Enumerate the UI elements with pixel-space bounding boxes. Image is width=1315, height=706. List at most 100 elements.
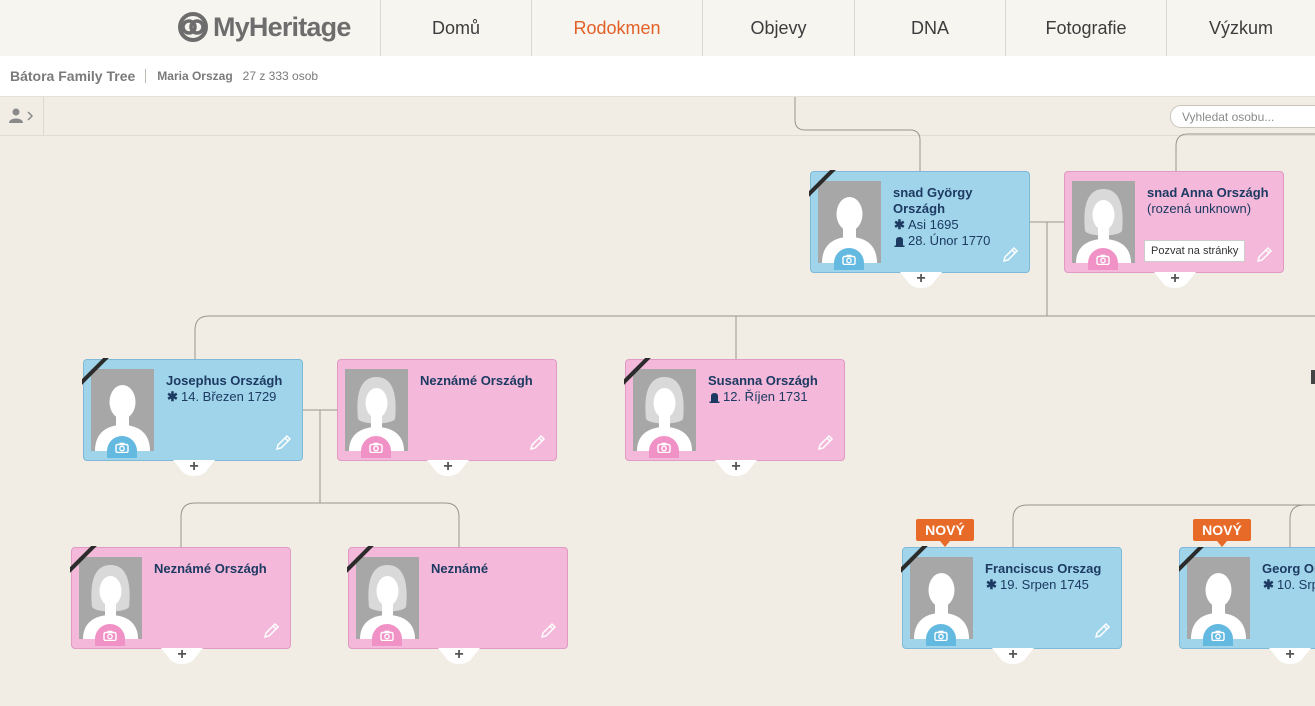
camera-icon[interactable]: [1088, 248, 1118, 270]
person-card-child-nezname[interactable]: Neznámé +: [347, 546, 568, 664]
camera-icon[interactable]: [95, 624, 125, 646]
divider: [145, 69, 147, 83]
mourning-ribbon-icon: [82, 358, 112, 388]
camera-icon[interactable]: [834, 248, 864, 270]
tree-header: Bátora Family Tree Maria Orszag 27 z 333…: [0, 56, 1315, 97]
card-clip: Georg Or ✱ 10. Srp +: [1179, 547, 1315, 677]
add-relative-button[interactable]: +: [161, 646, 203, 664]
plus-icon: +: [189, 458, 199, 475]
plus-icon: +: [443, 458, 453, 475]
birth-event: ✱ 19. Srpen 1745: [985, 577, 1113, 593]
nav-fotografie[interactable]: Fotografie: [1005, 0, 1166, 56]
tree-name[interactable]: Bátora Family Tree: [10, 68, 135, 84]
add-relative-button[interactable]: +: [427, 458, 469, 476]
person-card-georg[interactable]: Georg Or ✱ 10. Srp +: [1179, 547, 1315, 664]
nav-label: DNA: [910, 17, 949, 38]
person-name: Georg Or: [1262, 561, 1315, 576]
plus-icon: +: [1285, 646, 1295, 663]
invite-button[interactable]: Pozvat na stránky: [1144, 240, 1246, 262]
nav-objevy[interactable]: Objevy: [702, 0, 854, 56]
root-person-name[interactable]: Maria Orszag: [157, 69, 232, 83]
camera-icon[interactable]: [926, 624, 956, 646]
camera-icon[interactable]: [372, 624, 402, 646]
nav-label: Rodokmen: [573, 17, 661, 38]
nav-dna[interactable]: DNA: [854, 0, 1005, 56]
tree-toolbar: [0, 97, 1315, 136]
plus-icon: +: [731, 458, 741, 475]
new-badge: NOVÝ: [1193, 519, 1251, 547]
birth-event: ✱ Asi 1695: [893, 217, 1021, 233]
birth-date: 19. Srpen 1745: [1000, 577, 1089, 592]
person-card-anna[interactable]: snad Anna Országh (rozená unknown) Pozva…: [1064, 171, 1284, 288]
mourning-ribbon-icon: [1179, 547, 1208, 576]
offscreen-indicator: [1311, 370, 1315, 384]
asterisk-icon: ✱: [986, 577, 997, 592]
myheritage-logo[interactable]: MyHeritage: [176, 9, 351, 45]
pencil-icon[interactable]: [539, 622, 557, 640]
death-event: 12. Říjen 1731: [708, 389, 836, 405]
person-name: snad György: [893, 185, 973, 200]
birth-date: Asi 1695: [908, 217, 959, 232]
plus-icon: +: [1170, 270, 1180, 287]
pencil-icon[interactable]: [1255, 246, 1273, 264]
person-name: snad Anna Országh: [1147, 185, 1269, 200]
person-name: Neznámé: [431, 561, 489, 576]
side-panel-toggle[interactable]: [0, 97, 44, 135]
add-relative-button[interactable]: +: [1269, 646, 1311, 664]
person-card-susanna[interactable]: Susanna Országh 12. Říjen 1731 +: [624, 358, 845, 476]
pencil-icon[interactable]: [528, 434, 546, 452]
camera-icon[interactable]: [361, 436, 391, 458]
birth-date: 14. Březen 1729: [181, 389, 277, 404]
top-navigation: MyHeritage Domů Rodokmen Objevy DNA Foto…: [0, 0, 1315, 56]
plus-icon: +: [454, 646, 464, 663]
nav-label: Výzkum: [1208, 17, 1273, 38]
person-count: 27 z 333 osob: [242, 69, 319, 83]
add-relative-button[interactable]: +: [1154, 270, 1196, 288]
person-name: Susanna Országh: [708, 373, 818, 388]
asterisk-icon: ✱: [167, 389, 178, 404]
person-chevron-icon: [8, 108, 33, 123]
mourning-ribbon-icon: [809, 170, 839, 200]
person-card-child-nezname-orszagh[interactable]: Neznámé Országh +: [70, 546, 291, 664]
pencil-icon[interactable]: [1001, 246, 1019, 264]
person-card-gyorgy[interactable]: snad György Országh ✱ Asi 1695 28. Únor 1…: [809, 170, 1030, 288]
birth-event: ✱ 10. Srp: [1262, 577, 1315, 593]
person-card-josephus[interactable]: Josephus Országh ✱ 14. Březen 1729 +: [82, 358, 303, 476]
person-card-nezname-spouse[interactable]: Neznámé Országh +: [337, 359, 557, 476]
death-date: 12. Říjen 1731: [723, 389, 808, 404]
nav-domu[interactable]: Domů: [380, 0, 531, 56]
person-name-cont: Országh: [893, 201, 946, 216]
plus-icon: +: [177, 646, 187, 663]
pencil-icon[interactable]: [816, 434, 834, 452]
add-relative-button[interactable]: +: [992, 646, 1034, 664]
person-name: Franciscus Orszag: [985, 561, 1102, 576]
myheritage-logo-icon: [178, 12, 208, 42]
search-person-input[interactable]: [1170, 105, 1315, 128]
nav-label: Objevy: [750, 17, 807, 38]
mourning-ribbon-icon: [624, 358, 654, 388]
add-relative-button[interactable]: +: [173, 458, 215, 476]
plus-icon: +: [1008, 646, 1018, 663]
camera-icon[interactable]: [649, 436, 679, 458]
asterisk-icon: ✱: [1263, 577, 1274, 592]
tombstone-icon: [708, 392, 721, 403]
person-name: Neznámé Országh: [420, 373, 533, 388]
camera-icon[interactable]: [107, 436, 137, 458]
mourning-ribbon-icon: [70, 546, 100, 576]
pencil-icon[interactable]: [1093, 622, 1111, 640]
asterisk-icon: ✱: [894, 217, 905, 232]
add-relative-button[interactable]: +: [438, 646, 480, 664]
nav-rodokmen[interactable]: Rodokmen: [531, 0, 702, 56]
pencil-icon[interactable]: [274, 434, 292, 452]
add-relative-button[interactable]: +: [900, 270, 942, 288]
person-card-franciscus[interactable]: Franciscus Orszag ✱ 19. Srpen 1745 +: [902, 547, 1122, 664]
add-relative-button[interactable]: +: [715, 458, 757, 476]
camera-icon[interactable]: [1203, 624, 1233, 646]
nav-label: Domů: [431, 17, 480, 38]
nav-vyzkum[interactable]: Výzkum: [1166, 0, 1315, 56]
new-badge: NOVÝ: [916, 519, 974, 547]
death-date: 28. Únor 1770: [908, 233, 991, 248]
person-name: Neznámé Országh: [154, 561, 267, 576]
pencil-icon[interactable]: [262, 622, 280, 640]
mourning-ribbon-icon: [347, 546, 377, 576]
